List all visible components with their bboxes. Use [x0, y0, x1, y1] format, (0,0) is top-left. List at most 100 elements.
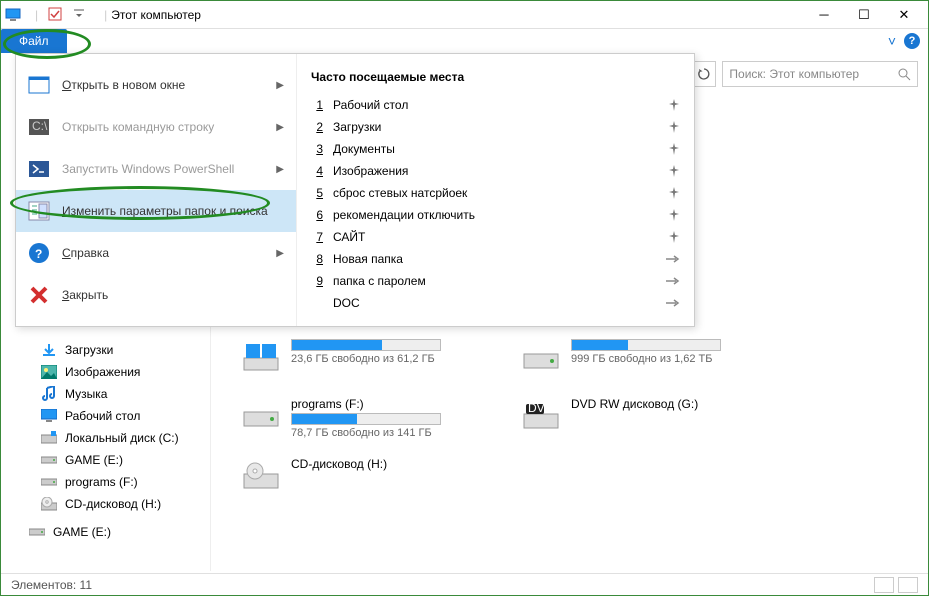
accelerator: 7	[311, 230, 323, 244]
search-placeholder: Поиск: Этот компьютер	[729, 67, 892, 81]
ribbon-expand-icon[interactable]: ˅	[888, 33, 896, 49]
label: Запустить Windows PowerShell	[62, 162, 264, 176]
minimize-button[interactable]: ─	[804, 2, 844, 28]
hdd-icon	[521, 339, 561, 379]
label: Открыть в новом окне	[62, 78, 264, 92]
drive-icon	[29, 524, 45, 540]
label: Новая папка	[333, 252, 403, 266]
dvd-icon: DVD	[521, 397, 561, 437]
recent-item[interactable]: 6 рекомендации отключить	[311, 204, 680, 226]
label: Музыка	[65, 387, 107, 401]
label: рекомендации отключить	[333, 208, 475, 222]
sidebar-item[interactable]: CD-дисковод (H:)	[1, 493, 210, 515]
titlebar: | | Этот компьютер ─ ☐ ✕	[1, 1, 928, 29]
sidebar-item[interactable]: Музыка	[1, 383, 210, 405]
cd-icon	[241, 457, 281, 497]
accelerator: 8	[311, 252, 323, 266]
storage-bar	[291, 413, 441, 425]
drive-icon	[41, 452, 57, 468]
new-window-icon	[28, 74, 50, 96]
drive-item[interactable]: CD-дисковод (H:)	[241, 457, 481, 497]
accelerator: 2	[311, 120, 323, 134]
ribbon-tabs: Файл ˅ ?	[1, 29, 928, 53]
svg-text:?: ?	[35, 247, 42, 261]
file-menu-left: Открыть в новом окне ▶ C:\ Открыть коман…	[16, 54, 296, 326]
accelerator: 6	[311, 208, 323, 222]
unpinned-icon[interactable]	[666, 254, 680, 264]
sidebar-group[interactable]: GAME (E:)	[1, 521, 210, 543]
drive-item[interactable]: 999 ГБ свободно из 1,62 ТБ	[521, 339, 761, 379]
file-menu-change-folder-search-options[interactable]: Изменить параметры папок и поиска	[16, 190, 296, 232]
label: папка с паролем	[333, 274, 426, 288]
windows-drive-icon	[241, 339, 281, 379]
label: Рабочий стол	[333, 98, 408, 112]
music-icon	[41, 386, 57, 402]
label: GAME (E:)	[53, 525, 111, 539]
pinned-icon[interactable]	[668, 187, 680, 199]
file-menu-recent-places: Часто посещаемые места 1Рабочий стол2Заг…	[296, 54, 694, 326]
view-details-icon[interactable]	[874, 577, 894, 593]
options-icon	[28, 200, 50, 222]
label: Справка	[62, 246, 264, 260]
sidebar-item[interactable]: Изображения	[1, 361, 210, 383]
view-large-icons-icon[interactable]	[898, 577, 918, 593]
pinned-icon[interactable]	[668, 143, 680, 155]
chevron-right-icon: ▶	[276, 122, 284, 133]
recent-item[interactable]: DOC	[311, 292, 680, 314]
drive-item[interactable]: 23,6 ГБ свободно из 61,2 ГБ	[241, 339, 481, 379]
chevron-right-icon: ▶	[276, 248, 284, 259]
pinned-icon[interactable]	[668, 231, 680, 243]
drive-label: CD-дисковод (H:)	[291, 457, 481, 471]
label: Документы	[333, 142, 395, 156]
powershell-icon	[28, 158, 50, 180]
recent-item[interactable]: 2Загрузки	[311, 116, 680, 138]
svg-text:DVD: DVD	[528, 402, 554, 415]
label: сброс стевых натсрйоек	[333, 186, 467, 200]
accelerator: 3	[311, 142, 323, 156]
sidebar-item[interactable]: Загрузки	[1, 339, 210, 361]
help-icon[interactable]: ?	[904, 33, 920, 49]
pinned-icon[interactable]	[668, 99, 680, 111]
recent-item[interactable]: 3 Документы	[311, 138, 680, 160]
recent-item[interactable]: 7САЙТ	[311, 226, 680, 248]
recent-item[interactable]: 5 сброс стевых натсрйоек	[311, 182, 680, 204]
svg-text:C:\: C:\	[32, 119, 48, 133]
drive-label: DVD RW дисковод (G:)	[571, 397, 761, 411]
recent-item[interactable]: 4Изображения	[311, 160, 680, 182]
close-button[interactable]: ✕	[884, 2, 924, 28]
file-menu-open-cmd: C:\ Открыть командную строку ▶	[16, 106, 296, 148]
accelerator: 5	[311, 186, 323, 200]
recent-title: Часто посещаемые места	[311, 64, 680, 94]
file-tab[interactable]: Файл	[1, 29, 67, 53]
separator: |	[35, 8, 38, 22]
label: Открыть командную строку	[62, 120, 264, 134]
file-menu-close[interactable]: Закрыть	[16, 274, 296, 316]
recent-item[interactable]: 1Рабочий стол	[311, 94, 680, 116]
storage-bar	[571, 339, 721, 351]
cmd-icon: C:\	[28, 116, 50, 138]
file-menu-open-new-window[interactable]: Открыть в новом окне ▶	[16, 64, 296, 106]
drive-item[interactable]: DVD DVD RW дисковод (G:)	[521, 397, 761, 439]
drive-item[interactable]: programs (F:) 78,7 ГБ свободно из 141 ГБ	[241, 397, 481, 439]
sidebar-item[interactable]: programs (F:)	[1, 471, 210, 493]
unpinned-icon[interactable]	[666, 298, 680, 308]
file-menu-help[interactable]: ? Справка ▶	[16, 232, 296, 274]
sidebar-item[interactable]: Рабочий стол	[1, 405, 210, 427]
qat-dropdown-icon[interactable]	[74, 7, 90, 23]
unpinned-icon[interactable]	[666, 276, 680, 286]
sidebar-item[interactable]: GAME (E:)	[1, 449, 210, 471]
accelerator: 9	[311, 274, 323, 288]
sidebar-item[interactable]: Локальный диск (C:)	[1, 427, 210, 449]
recent-item[interactable]: 9 папка с паролем	[311, 270, 680, 292]
chevron-right-icon: ▶	[276, 80, 284, 91]
pinned-icon[interactable]	[668, 165, 680, 177]
maximize-button[interactable]: ☐	[844, 2, 884, 28]
recent-item[interactable]: 8 Новая папка	[311, 248, 680, 270]
label: Изображения	[333, 164, 408, 178]
status-item-count: Элементов: 11	[11, 578, 92, 592]
search-input[interactable]: Поиск: Этот компьютер	[722, 61, 918, 87]
pinned-icon[interactable]	[668, 209, 680, 221]
properties-icon[interactable]	[48, 7, 64, 23]
pinned-icon[interactable]	[668, 121, 680, 133]
computer-icon	[5, 7, 21, 23]
